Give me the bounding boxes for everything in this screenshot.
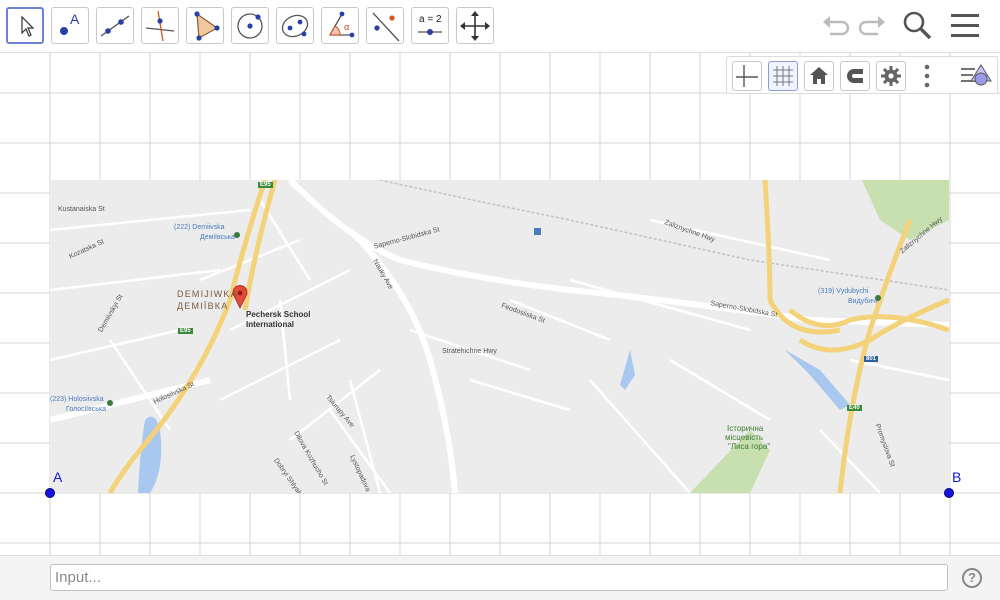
map-district-label: ДЕМІЇВКА — [177, 301, 229, 311]
point-tool-label: A — [70, 11, 80, 27]
graphics-style-bar — [726, 56, 998, 94]
map-label: Деміївська — [200, 234, 235, 241]
move-graphics-view-button[interactable] — [456, 7, 494, 44]
home-icon — [810, 67, 828, 84]
map-landmark-label: Історична — [727, 424, 764, 433]
map-label: Stratehichne Hwy — [442, 348, 497, 355]
gear-icon — [881, 66, 901, 86]
toggle-axes-button[interactable] — [732, 61, 762, 91]
graphics-view[interactable]: Kustanaiska St (222) Demiivska Деміївськ… — [0, 53, 1000, 555]
map-label: (319) Vydubychi — [818, 288, 869, 295]
axes-icon — [736, 65, 758, 87]
move-tool-button[interactable] — [6, 7, 44, 44]
toolbar: A α a = 2 — [0, 0, 1000, 53]
menu-icon[interactable] — [950, 12, 980, 40]
point-b[interactable] — [944, 488, 954, 498]
polygon-tool-button[interactable] — [186, 7, 224, 44]
map-label: Kustanaiska St — [58, 206, 105, 213]
perpendicular-line-icon — [145, 10, 175, 42]
input-bar: ? — [0, 555, 1000, 600]
magnet-icon — [847, 69, 863, 83]
undo-icon[interactable] — [820, 10, 852, 42]
line-icon — [100, 15, 130, 37]
polygon-icon — [194, 11, 220, 41]
map-district-label: DEMIJIWKA — [177, 289, 238, 299]
point-tool-button[interactable]: A — [51, 7, 89, 44]
map-poi-label: International — [246, 320, 295, 329]
angle-icon — [329, 11, 355, 38]
grid-icon — [773, 66, 793, 86]
map-image[interactable]: Kustanaiska St (222) Demiivska Деміївськ… — [50, 180, 949, 493]
more-vertical-icon[interactable] — [920, 63, 934, 89]
map-label: (223) Holosiivska — [50, 396, 104, 403]
help-button[interactable]: ? — [962, 568, 982, 588]
angle-tool-label: α — [344, 22, 350, 32]
highway-shield: E95 — [258, 182, 273, 188]
point-a-label: A — [53, 469, 63, 485]
map-landmark-label: "Лиса гора" — [728, 442, 771, 451]
circle-tool-button[interactable] — [231, 7, 269, 44]
route-shield: 801 — [864, 356, 879, 362]
slider-tool-button[interactable]: a = 2 — [411, 7, 449, 44]
reflect-tool-button[interactable] — [366, 7, 404, 44]
redo-icon[interactable] — [856, 10, 888, 42]
toggle-grid-button[interactable] — [768, 61, 798, 91]
perpendicular-line-tool-button[interactable] — [141, 7, 179, 44]
move-arrows-icon — [460, 11, 490, 41]
highway-shield: E40 — [847, 405, 862, 411]
map-poi-label: Pechersk School — [246, 310, 311, 319]
highway-shield: E95 — [178, 328, 193, 334]
slider-icon — [418, 29, 442, 35]
cursor-arrow-icon — [21, 15, 35, 37]
circle-icon — [237, 13, 263, 39]
settings-button[interactable] — [876, 61, 906, 91]
map-label: Видубичі — [848, 298, 878, 305]
line-tool-button[interactable] — [96, 7, 134, 44]
map-landmark-label: місцевість — [725, 433, 764, 442]
angle-tool-button[interactable]: α — [321, 7, 359, 44]
search-icon[interactable] — [902, 10, 934, 42]
point-a[interactable] — [45, 488, 55, 498]
standard-view-button[interactable] — [804, 61, 834, 91]
map-label: (222) Demiivska — [174, 224, 225, 231]
map-label: Голосіївська — [66, 406, 107, 413]
ellipse-tool-button[interactable] — [276, 7, 314, 44]
algebra-input-field[interactable] — [50, 564, 948, 591]
view-toggle-icon[interactable] — [959, 63, 995, 89]
ellipse-icon — [281, 14, 309, 38]
point-capturing-button[interactable] — [840, 61, 870, 91]
reflect-icon — [372, 12, 400, 42]
point-b-label: B — [952, 469, 962, 485]
